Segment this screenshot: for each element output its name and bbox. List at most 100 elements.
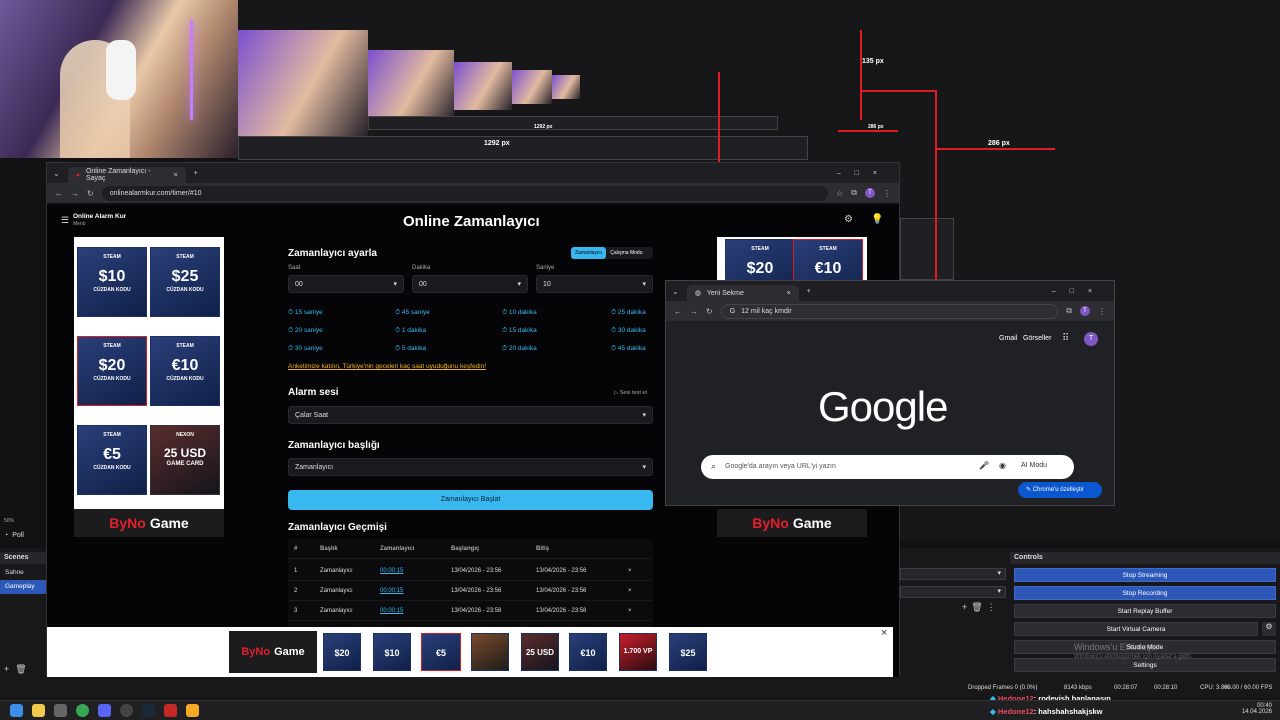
steam-card-10[interactable]: STEAM $10 CÜZDAN KODU bbox=[77, 247, 147, 317]
chrome-icon[interactable] bbox=[76, 704, 89, 717]
forward-icon[interactable]: → bbox=[690, 307, 698, 316]
omnibox[interactable]: G 12 mil kaç kmdir bbox=[720, 303, 1059, 319]
back-icon[interactable]: ← bbox=[674, 307, 682, 316]
preset-link[interactable]: ⏱ 5 dakika bbox=[395, 345, 426, 353]
reload-icon[interactable]: ↻ bbox=[87, 189, 94, 198]
close-icon[interactable]: × bbox=[174, 172, 178, 179]
file-explorer-icon[interactable] bbox=[32, 704, 45, 717]
hour-select[interactable]: 00 bbox=[288, 275, 404, 293]
bottom-card[interactable]: 25 USD bbox=[521, 633, 559, 671]
preset-link[interactable]: ⏱ 15 dakika bbox=[502, 327, 537, 335]
star-icon[interactable]: ☆ bbox=[836, 189, 843, 198]
bottom-card[interactable]: €10 bbox=[569, 633, 607, 671]
bottom-card[interactable]: 1.700 VP bbox=[619, 633, 657, 671]
preset-link[interactable]: ⏱ 20 dakika bbox=[502, 345, 537, 353]
bottom-card-game[interactable] bbox=[471, 633, 509, 671]
settings-button[interactable]: Settings bbox=[1014, 658, 1276, 672]
hamburger-icon[interactable]: ☰ bbox=[61, 215, 69, 226]
account-avatar[interactable]: T bbox=[1084, 332, 1098, 346]
bottom-card[interactable]: $10 bbox=[373, 633, 411, 671]
cell-duration-link[interactable]: 00:00:15 bbox=[380, 568, 403, 574]
bottom-card[interactable]: $25 bbox=[669, 633, 707, 671]
images-link[interactable]: Görseller bbox=[1023, 335, 1051, 342]
stop-recording-button[interactable]: Stop Recording bbox=[1014, 586, 1276, 600]
start-timer-button[interactable]: Zamanlayıcı Başlat bbox=[288, 490, 653, 510]
survey-link[interactable]: Anketimize katılın, Türkiye'nin geceleri… bbox=[288, 363, 486, 370]
source-dropdown[interactable]: ▾ bbox=[900, 586, 1006, 598]
start-virtual-camera-button[interactable]: Start Virtual Camera bbox=[1014, 622, 1258, 636]
stop-streaming-button[interactable]: Stop Streaming bbox=[1014, 568, 1276, 582]
new-tab-button[interactable]: + bbox=[807, 288, 811, 295]
tab-newtab[interactable]: ◍ Yeni Sekme × bbox=[686, 285, 799, 301]
window-controls[interactable]: –□× bbox=[837, 170, 891, 177]
steam-card-25[interactable]: STEAM $25 CÜZDAN KODU bbox=[150, 247, 220, 317]
start-replay-buffer-button[interactable]: Start Replay Buffer bbox=[1014, 604, 1276, 618]
delete-icon[interactable]: × bbox=[628, 588, 632, 594]
mic-icon[interactable]: 🎤 bbox=[979, 461, 989, 470]
system-clock[interactable]: 00:40 14.04.2026 bbox=[1226, 703, 1272, 715]
alarm-sound-select[interactable]: Çalar Saat bbox=[288, 406, 653, 424]
mode-work-button[interactable]: Çalışma Modu bbox=[606, 247, 646, 259]
kebab-menu-icon[interactable]: ⋮ bbox=[883, 189, 891, 198]
apps-grid-icon[interactable]: ⠿ bbox=[1062, 333, 1069, 344]
tab-list-icon[interactable]: ⌄ bbox=[672, 287, 679, 296]
nexon-card[interactable]: NEXON 25 USD GAME CARD bbox=[150, 425, 220, 495]
lens-icon[interactable]: ◉ bbox=[999, 461, 1006, 470]
preset-link[interactable]: ⏱ 15 saniye bbox=[288, 309, 323, 317]
google-search-box[interactable]: ⌕ Google'da arayın veya URL'yi yazın 🎤 ◉… bbox=[701, 455, 1074, 479]
kebab-menu-icon[interactable]: ⋮ bbox=[1098, 307, 1106, 316]
scene-item-selected[interactable]: Gameplay bbox=[0, 580, 46, 594]
cell-duration-link[interactable]: 00:00:15 bbox=[380, 608, 403, 614]
mode-timer-button[interactable]: Zamanlayıcı bbox=[571, 247, 607, 259]
scene-item[interactable]: Sahne bbox=[0, 566, 46, 580]
obs-icon[interactable] bbox=[120, 704, 133, 717]
gear-icon[interactable]: ⚙ bbox=[1262, 622, 1276, 636]
delete-icon[interactable]: × bbox=[628, 608, 632, 614]
minute-select[interactable]: 00 bbox=[412, 275, 528, 293]
close-icon[interactable]: × bbox=[787, 290, 791, 297]
notes-icon[interactable] bbox=[186, 704, 199, 717]
preset-link[interactable]: ⏱ 25 dakika bbox=[611, 309, 646, 317]
second-select[interactable]: 10 bbox=[536, 275, 653, 293]
back-icon[interactable]: ← bbox=[55, 189, 63, 198]
url-field[interactable]: onlinealarmkur.com/timer/#10 bbox=[101, 185, 829, 201]
ai-mode-button[interactable]: AI Modu bbox=[1021, 462, 1047, 469]
ad-close-button[interactable]: × bbox=[881, 627, 887, 639]
profile-avatar[interactable]: T bbox=[865, 188, 875, 198]
test-sound-button[interactable]: ▷ Sesi test et bbox=[614, 390, 647, 396]
extensions-icon[interactable]: ⧉ bbox=[1066, 306, 1072, 316]
bynogame-logo-right[interactable]: ByNo Game bbox=[717, 509, 867, 537]
forward-icon[interactable]: → bbox=[71, 189, 79, 198]
ad-banner-left[interactable]: STEAM $10 CÜZDAN KODU STEAM $25 CÜZDAN KODU … bbox=[74, 237, 224, 537]
steam-card-eur10[interactable]: STEAM €10 CÜZDAN KODU bbox=[150, 336, 220, 406]
zoom-level[interactable]: 50% bbox=[4, 518, 14, 524]
new-tab-button[interactable]: + bbox=[194, 170, 198, 177]
ad-banner-bottom[interactable]: ByNo Game $20 $10 €5 25 USD €10 1.700 VP … bbox=[47, 627, 893, 677]
audio-toolbar[interactable]: +🗑⋮ bbox=[962, 602, 1000, 613]
preset-link[interactable]: ⏱ 30 dakika bbox=[611, 327, 646, 335]
start-icon[interactable] bbox=[10, 704, 23, 717]
store-icon[interactable] bbox=[54, 704, 67, 717]
bynogame-logo-bottom[interactable]: ByNo Game bbox=[229, 631, 317, 673]
bynogame-logo[interactable]: ByNo Game bbox=[74, 509, 224, 537]
app-icon[interactable] bbox=[164, 704, 177, 717]
tab-list-icon[interactable]: ⌄ bbox=[53, 169, 60, 178]
extensions-icon[interactable]: ⧉ bbox=[851, 188, 857, 198]
preset-link[interactable]: ⏱ 10 dakika bbox=[502, 309, 537, 317]
preset-link[interactable]: ⏱ 45 saniye bbox=[395, 309, 430, 317]
steam-card-eur5[interactable]: STEAM €5 CÜZDAN KODU bbox=[77, 425, 147, 495]
reload-icon[interactable]: ↻ bbox=[706, 307, 713, 316]
scene-toolbar[interactable]: +🗑 bbox=[4, 664, 33, 675]
source-dropdown[interactable]: ▾ bbox=[900, 568, 1006, 580]
bottom-card[interactable]: €5 bbox=[421, 633, 461, 671]
tab-timer[interactable]: ● Online Zamanlayıcı - Sayaç × bbox=[67, 167, 186, 183]
preset-link[interactable]: ⏱ 30 saniye bbox=[288, 345, 323, 353]
profile-avatar[interactable]: T bbox=[1080, 306, 1090, 316]
gmail-link[interactable]: Gmail bbox=[999, 335, 1017, 342]
steam-icon[interactable] bbox=[142, 704, 155, 717]
settings-gear-icon[interactable]: ⚙ bbox=[844, 214, 853, 225]
discord-icon[interactable] bbox=[98, 704, 111, 717]
delete-icon[interactable]: × bbox=[628, 568, 632, 574]
lightbulb-icon[interactable]: 💡 bbox=[871, 214, 883, 225]
customize-chrome-button[interactable]: ✎ Chrome'u özelleştir bbox=[1018, 482, 1102, 498]
